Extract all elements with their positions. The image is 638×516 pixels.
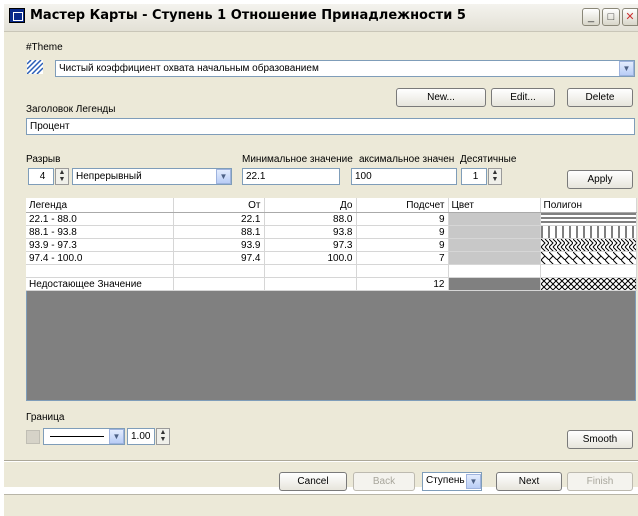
cell-legend[interactable]: 97.4 - 100.0	[26, 251, 174, 265]
column-header-color[interactable]: Цвет	[448, 198, 541, 213]
border-label: Граница	[26, 412, 65, 423]
cell-polygon-pattern[interactable]	[540, 277, 637, 291]
break-count-input[interactable]: 4	[28, 168, 54, 185]
cell-to[interactable]: 97.3	[264, 238, 357, 252]
border-color-swatch[interactable]	[26, 430, 40, 444]
cell-to[interactable]: 93.8	[264, 225, 357, 239]
cell-to[interactable]	[264, 264, 357, 278]
step-dropdown-arrow-icon[interactable]: ▼	[466, 474, 481, 489]
min-value-input[interactable]: 22.1	[242, 168, 340, 185]
border-style-dropdown-arrow-icon[interactable]: ▼	[109, 429, 124, 444]
status-bar	[4, 494, 638, 516]
cell-count[interactable]: 9	[356, 238, 449, 252]
cell-polygon-pattern[interactable]	[540, 225, 637, 239]
edit-theme-button[interactable]: Edit...	[491, 88, 555, 107]
cell-legend[interactable]: 93.9 - 97.3	[26, 238, 174, 252]
cell-color-swatch[interactable]	[448, 212, 541, 226]
border-width-input[interactable]: 1.00	[127, 428, 155, 445]
break-type-value: Непрерывный	[76, 171, 142, 182]
horizontal-lines-pattern-icon	[540, 213, 635, 225]
cell-from[interactable]: 88.1	[173, 225, 265, 239]
cell-legend[interactable]: Недостающее Значение	[26, 277, 174, 291]
chevrons-pattern-icon	[540, 239, 635, 251]
decimals-label: Десятичные	[460, 154, 517, 165]
cell-to[interactable]	[264, 277, 357, 291]
border-width-spinner[interactable]: ▲ ▼	[156, 428, 170, 445]
smooth-button[interactable]: Smooth	[567, 430, 633, 449]
table-row[interactable]: 22.1 - 88.0 22.1 88.0 9	[26, 212, 637, 226]
cell-polygon-pattern[interactable]	[540, 212, 637, 226]
window-title: Мастер Карты - Ступень 1 Отношение Прина…	[30, 8, 466, 23]
theme-select[interactable]: Чистый коэффициент охвата начальным обра…	[55, 60, 635, 77]
crosshatch-pattern-icon	[540, 278, 635, 290]
theme-label: #Theme	[26, 42, 63, 53]
close-button[interactable]: ✕	[622, 8, 638, 26]
legend-table[interactable]: Легенда От До Подсчет Цвет Полигон 22.1 …	[26, 198, 637, 291]
cell-polygon-pattern[interactable]	[540, 251, 637, 265]
app-icon	[9, 8, 25, 23]
delete-theme-button[interactable]: Delete	[567, 88, 633, 107]
cell-to[interactable]: 88.0	[264, 212, 357, 226]
cell-from[interactable]	[173, 264, 265, 278]
maximize-button[interactable]: □	[602, 8, 620, 26]
cell-count[interactable]	[356, 264, 449, 278]
decimals-spinner[interactable]: ▲ ▼	[488, 168, 502, 185]
break-count-spinner[interactable]: ▲ ▼	[55, 168, 69, 185]
break-label: Разрыв	[26, 154, 61, 165]
min-value-label: Минимальное значение	[242, 154, 353, 165]
theme-dropdown-arrow-icon[interactable]: ▼	[619, 61, 634, 76]
column-header-count[interactable]: Подсчет	[356, 198, 449, 213]
cell-from[interactable]	[173, 277, 265, 291]
table-row[interactable]: 88.1 - 93.8 88.1 93.8 9	[26, 225, 637, 239]
cell-to[interactable]: 100.0	[264, 251, 357, 265]
cell-color-swatch[interactable]	[448, 251, 541, 265]
finish-button[interactable]: Finish	[567, 472, 633, 491]
table-header-row: Легенда От До Подсчет Цвет Полигон	[26, 198, 637, 213]
theme-icon	[27, 60, 43, 74]
cell-polygon-pattern[interactable]	[540, 238, 637, 252]
cell-legend[interactable]: 22.1 - 88.0	[26, 212, 174, 226]
cell-color-swatch[interactable]	[448, 264, 541, 278]
max-value-input[interactable]: 100	[351, 168, 457, 185]
next-button[interactable]: Next	[496, 472, 562, 491]
table-row[interactable]	[26, 264, 637, 278]
footer-divider	[4, 460, 638, 462]
back-button[interactable]: Back	[353, 472, 415, 491]
theme-select-value: Чистый коэффициент охвата начальным обра…	[59, 63, 319, 74]
cell-color-swatch[interactable]	[448, 277, 541, 291]
cell-color-swatch[interactable]	[448, 225, 541, 239]
apply-button[interactable]: Apply	[567, 170, 633, 189]
column-header-legend[interactable]: Легенда	[26, 198, 174, 213]
cell-count[interactable]: 9	[356, 212, 449, 226]
max-value-label: аксимальное значен	[359, 154, 455, 165]
cell-legend[interactable]	[26, 264, 174, 278]
break-type-dropdown-arrow-icon[interactable]: ▼	[216, 169, 231, 184]
cell-count[interactable]: 12	[356, 277, 449, 291]
table-row[interactable]: 97.4 - 100.0 97.4 100.0 7	[26, 251, 637, 265]
cell-from[interactable]: 97.4	[173, 251, 265, 265]
cell-from[interactable]: 93.9	[173, 238, 265, 252]
cell-color-swatch[interactable]	[448, 238, 541, 252]
cell-count[interactable]: 9	[356, 225, 449, 239]
legend-title-label: Заголовок Легенды	[26, 104, 116, 115]
cell-count[interactable]: 7	[356, 251, 449, 265]
column-header-polygon[interactable]: Полигон	[540, 198, 637, 213]
new-theme-button[interactable]: New...	[396, 88, 486, 107]
column-header-from[interactable]: От	[173, 198, 265, 213]
table-row[interactable]: 93.9 - 97.3 93.9 97.3 9	[26, 238, 637, 252]
legend-title-input[interactable]: Процент	[26, 118, 635, 135]
zigzag-pattern-icon	[540, 252, 635, 264]
minimize-button[interactable]: _	[582, 8, 600, 26]
cell-from[interactable]: 22.1	[173, 212, 265, 226]
break-type-select[interactable]: Непрерывный	[72, 168, 232, 185]
table-row[interactable]: Недостающее Значение 12	[26, 277, 637, 291]
cell-legend[interactable]: 88.1 - 93.8	[26, 225, 174, 239]
cell-polygon-pattern[interactable]	[540, 264, 637, 278]
decimals-input[interactable]: 1	[461, 168, 487, 185]
vertical-lines-pattern-icon	[540, 226, 635, 238]
column-header-to[interactable]: До	[264, 198, 357, 213]
cancel-button[interactable]: Cancel	[279, 472, 347, 491]
